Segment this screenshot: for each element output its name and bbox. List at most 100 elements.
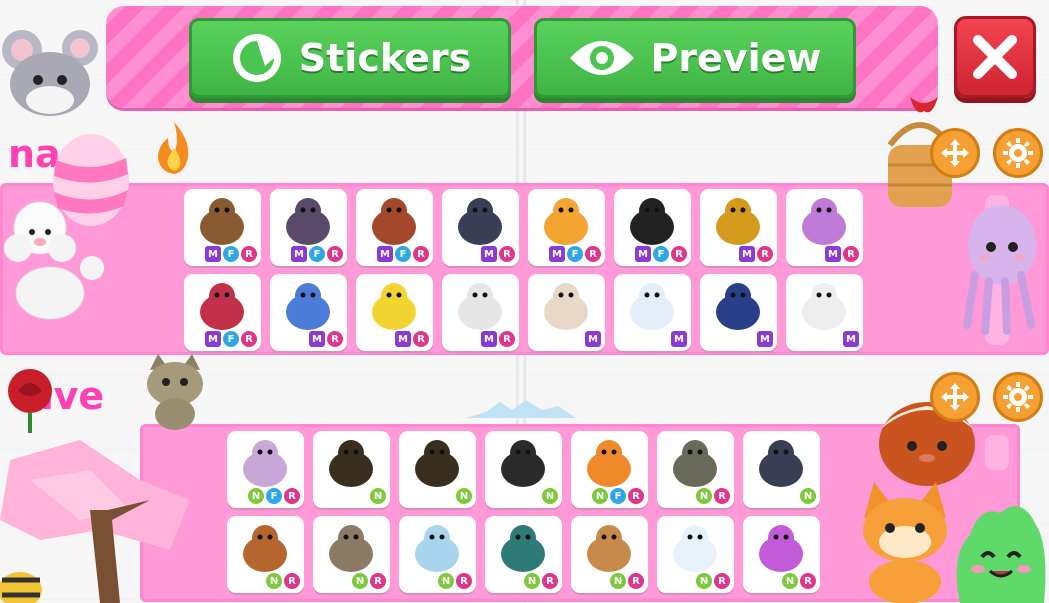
sticker-badges: MR [309, 331, 343, 347]
sticker-tile-snowman[interactable]: NR [657, 516, 734, 593]
badge-r: R [800, 573, 816, 589]
badge-r: R [370, 573, 386, 589]
owl-pet-icon [673, 440, 717, 487]
badge-m: M [291, 246, 307, 262]
close-button[interactable] [954, 16, 1036, 98]
sticker-tile-butterfly[interactable]: MFR [184, 274, 261, 351]
badge-r: R [241, 331, 257, 347]
sticker-tile-dragonfly[interactable]: NR [485, 516, 562, 593]
badge-r: R [585, 246, 601, 262]
badge-r: R [542, 573, 558, 589]
badge-r: R [327, 246, 343, 262]
sticker-tile-poodle[interactable]: M [786, 274, 863, 351]
sticker-tile-blue-beetle[interactable]: M [700, 274, 777, 351]
sticker-badges: NR [782, 573, 816, 589]
badge-m: M [309, 331, 325, 347]
sticker-tile-snake[interactable]: N [313, 431, 390, 508]
eye-icon [570, 41, 635, 75]
cloud-decoration [466, 400, 576, 418]
sticker-badges: NR [696, 488, 730, 504]
badge-f: F [653, 246, 669, 262]
sticker-badges: MFR [205, 246, 257, 262]
stickers-button[interactable]: Stickers [189, 18, 511, 98]
badge-f: F [266, 488, 282, 504]
sticker-tile-eagle[interactable]: NR [313, 516, 390, 593]
sticker-tile-axolotl[interactable]: MR [786, 189, 863, 266]
sticker-tile-starfish[interactable]: MFR [528, 189, 605, 266]
badge-n: N [610, 573, 626, 589]
sticker-badges: MFR [549, 246, 601, 262]
badge-m: M [585, 331, 601, 347]
sticker-tile-arctic-fox[interactable]: M [614, 274, 691, 351]
badge-f: F [567, 246, 583, 262]
badge-n: N [696, 488, 712, 504]
sticker-tile-hamster[interactable]: NR [571, 516, 648, 593]
sticker-tile-fennec[interactable]: NR [227, 516, 304, 593]
sticker-tile-shadow-dragon[interactable]: MR [442, 189, 519, 266]
poodle-pet-icon [802, 283, 846, 330]
sticker-badges: N [370, 488, 386, 504]
sticker-tile-reindeer[interactable]: MFR [184, 189, 261, 266]
sticker-tile-mushroom[interactable]: MR [270, 274, 347, 351]
sticker-tile-bat-dragon[interactable]: MFR [270, 189, 347, 266]
fennec-pet-icon [243, 525, 287, 572]
blue-beetle-pet-icon [716, 283, 760, 330]
sticker-badges: NR [696, 573, 730, 589]
ghost-dragon-pet-icon [544, 283, 588, 330]
mouse-pet-decoration [2, 30, 98, 116]
sticker-badges: NR [352, 573, 386, 589]
badge-n: N [524, 573, 540, 589]
shadow-dragon-pet-icon [759, 440, 803, 487]
sticker-tile-minion[interactable]: MR [356, 274, 433, 351]
settings-button-top[interactable] [993, 128, 1043, 178]
settings-button-bottom[interactable] [993, 372, 1043, 422]
hamster-pet-icon [587, 525, 631, 572]
sticker-tile-owl[interactable]: NR [657, 431, 734, 508]
sticker-badges: N [456, 488, 472, 504]
sticker-badges: N [800, 488, 816, 504]
sticker-badges: M [843, 331, 859, 347]
move-button-top[interactable] [930, 128, 980, 178]
preview-button[interactable]: Preview [534, 18, 856, 98]
sticker-badges: MR [739, 246, 773, 262]
poodle-decoration [4, 201, 104, 320]
sticker-tile-golden-robot[interactable]: MR [700, 189, 777, 266]
badge-n: N [438, 573, 454, 589]
sticker-badges: NFR [592, 488, 644, 504]
sticker-tile-ghost-bunny[interactable]: NR [399, 516, 476, 593]
badge-r: R [284, 573, 300, 589]
sticker-tile-shadow-dragon[interactable]: N [743, 431, 820, 508]
eagle-pet-icon [329, 525, 373, 572]
badge-m: M [825, 246, 841, 262]
sticker-tile-wand[interactable]: NFR [227, 431, 304, 508]
sticker-tile-bunny[interactable]: MR [442, 274, 519, 351]
ghost-bunny-pet-icon [415, 525, 459, 572]
scrollbar-bottom[interactable] [985, 435, 1009, 470]
sticker-badges: NR [438, 573, 472, 589]
badge-r: R [413, 331, 429, 347]
badge-m: M [481, 331, 497, 347]
badge-n: N [266, 573, 282, 589]
badge-f: F [395, 246, 411, 262]
sticker-tile-moth[interactable]: NR [743, 516, 820, 593]
starfish-pet-icon [544, 198, 588, 245]
bunny-pet-icon [458, 283, 502, 330]
sticker-tile-red-panda[interactable]: MFR [356, 189, 433, 266]
badge-r: R [757, 246, 773, 262]
sticker-tile-fire-lion[interactable]: NFR [571, 431, 648, 508]
sticker-badges: MR [395, 331, 429, 347]
badge-f: F [223, 331, 239, 347]
badge-r: R [714, 573, 730, 589]
sticker-tile-ghost-dragon[interactable]: M [528, 274, 605, 351]
sticker-tile-lava-dragon[interactable]: N [485, 431, 562, 508]
badge-n: N [352, 573, 368, 589]
badge-r: R [499, 331, 515, 347]
move-button-bottom[interactable] [930, 372, 980, 422]
squid-pet-decoration [963, 205, 1036, 335]
badge-f: F [610, 488, 626, 504]
sticker-tile-toucan[interactable]: MFR [614, 189, 691, 266]
moth-pet-icon [759, 525, 803, 572]
badge-n: N [370, 488, 386, 504]
fire-lion-pet-icon [587, 440, 631, 487]
sticker-tile-snake[interactable]: N [399, 431, 476, 508]
